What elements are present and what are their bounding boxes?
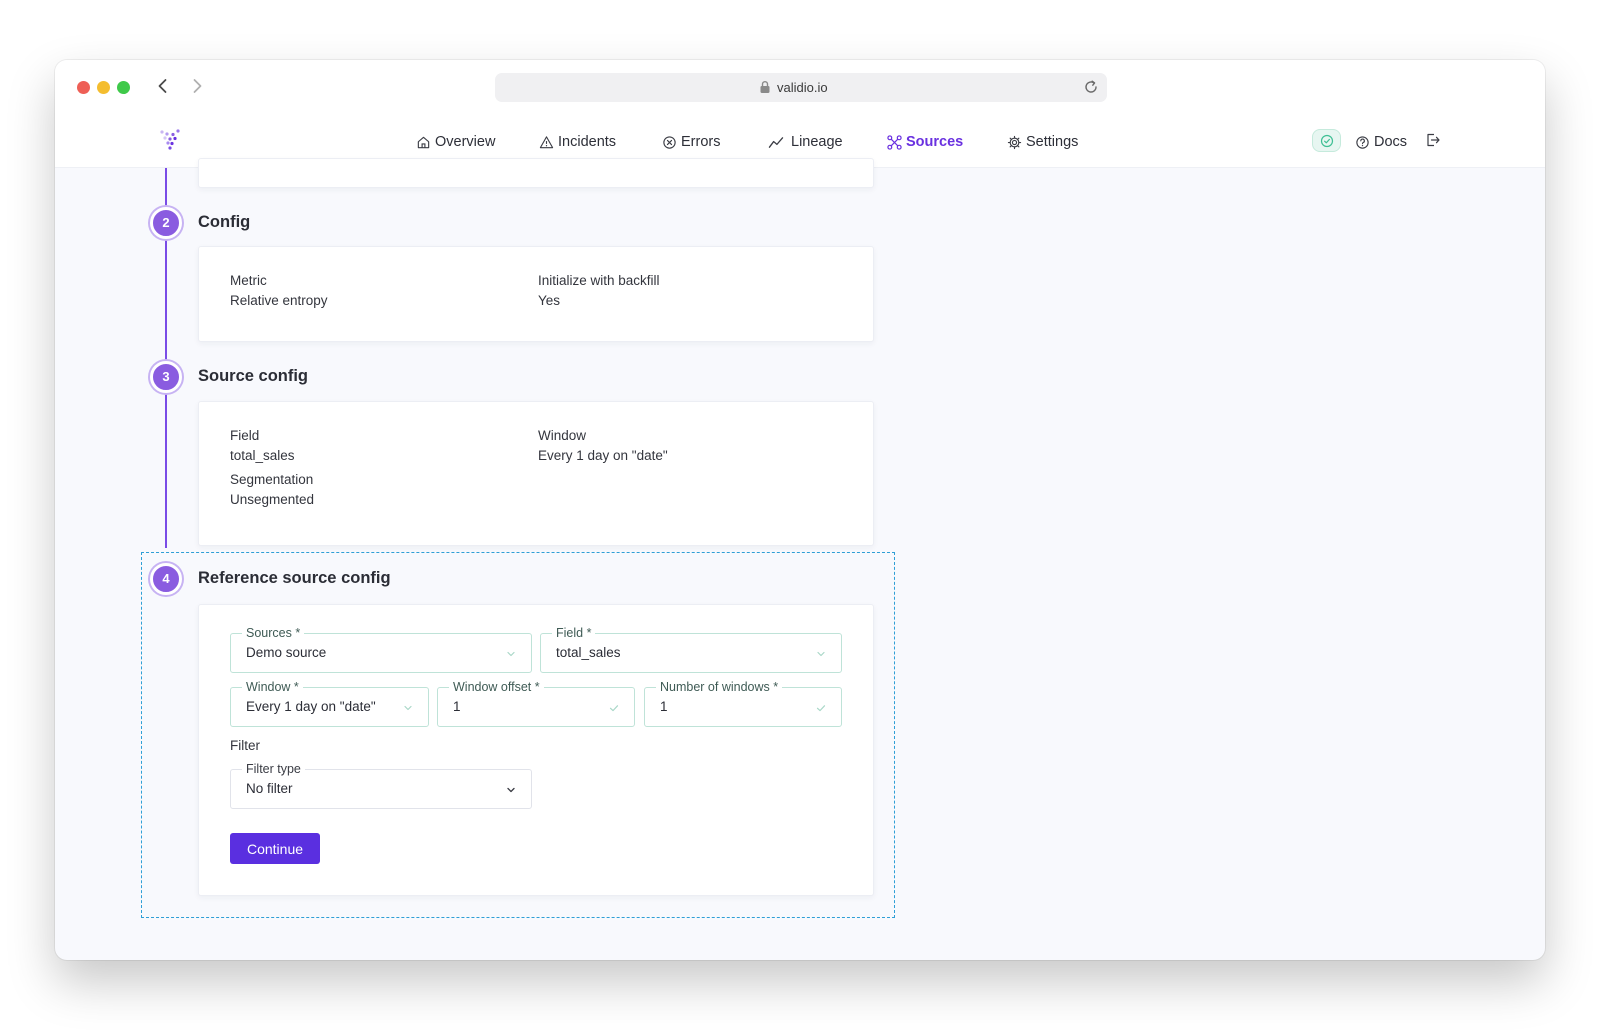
validio-logo-icon[interactable] (159, 128, 181, 152)
segmentation-summary: Segmentation Unsegmented (230, 470, 314, 510)
step-4-number: 4 (150, 563, 182, 595)
close-window-button[interactable] (77, 81, 90, 94)
url-text: validio.io (777, 80, 828, 95)
chevron-down-icon (817, 651, 825, 657)
minimize-window-button[interactable] (97, 81, 110, 94)
browser-window: validio.io Overview Incidents Errors Lin… (55, 60, 1545, 960)
window-offset-value: 1 (453, 699, 461, 714)
error-circle-icon (663, 135, 676, 149)
nav-overview[interactable]: Overview (416, 132, 495, 152)
previous-step-card (198, 158, 874, 188)
number-of-windows-label: Number of windows * (656, 679, 783, 695)
nav-docs-label: Docs (1374, 134, 1408, 150)
step-2-number: 2 (150, 207, 182, 239)
step-4-title: Reference source config (198, 569, 391, 587)
main-content: 2 Config Metric Relative entropy Initial… (55, 158, 1545, 960)
step-3-number: 3 (150, 361, 182, 393)
filter-heading: Filter (230, 738, 260, 753)
continue-button[interactable]: Continue (230, 833, 320, 864)
backfill-label: Initialize with backfill (538, 273, 660, 288)
window-offset-input[interactable]: Window offset * 1 (437, 679, 635, 727)
nav-incidents-label: Incidents (558, 134, 617, 150)
backfill-summary: Initialize with backfill Yes (538, 271, 660, 311)
source-config-summary-card: Field total_sales Window Every 1 day on … (198, 401, 874, 546)
field-select[interactable]: Field * total_sales (540, 625, 842, 673)
check-icon (816, 705, 826, 712)
nav-lineage[interactable]: Lineage (765, 132, 843, 152)
window-select-label: Window * (242, 679, 303, 695)
help-circle-icon (1356, 135, 1369, 149)
window-label: Window (538, 428, 587, 443)
filter-type-label: Filter type (242, 761, 305, 777)
number-of-windows-value: 1 (660, 699, 668, 714)
sources-select-value: Demo source (246, 645, 327, 660)
maximize-window-button[interactable] (117, 81, 130, 94)
field-summary: Field total_sales (230, 426, 295, 466)
window-select[interactable]: Window * Every 1 day on "date" (230, 679, 429, 727)
forward-arrow-icon[interactable] (187, 76, 207, 96)
window-value: Every 1 day on "date" (538, 448, 668, 463)
nav-settings-label: Settings (1026, 134, 1079, 150)
config-summary-card: Metric Relative entropy Initialize with … (198, 246, 874, 342)
field-select-label: Field * (552, 625, 596, 641)
back-arrow-icon[interactable] (153, 76, 173, 96)
field-value: total_sales (230, 448, 295, 463)
browser-chrome: validio.io (55, 60, 1545, 114)
nav-lineage-label: Lineage (791, 134, 843, 150)
backfill-value: Yes (538, 293, 561, 308)
check-circle-icon (1320, 134, 1334, 148)
segmentation-label: Segmentation (230, 472, 314, 487)
window-summary: Window Every 1 day on "date" (538, 426, 668, 466)
nav-overview-label: Overview (435, 134, 496, 150)
nav-settings[interactable]: Settings (1007, 132, 1078, 152)
nav-errors[interactable]: Errors (662, 132, 720, 152)
step-2-title: Config (198, 213, 251, 231)
number-of-windows-input[interactable]: Number of windows * 1 (644, 679, 842, 727)
nav-sources[interactable]: Sources (887, 132, 963, 152)
lock-icon (760, 81, 770, 93)
nav-sources-label: Sources (906, 134, 964, 150)
segmentation-value: Unsegmented (230, 492, 315, 507)
nav-errors-label: Errors (681, 134, 721, 150)
chevron-down-icon (507, 651, 515, 657)
lineage-chart-icon (768, 136, 784, 148)
filter-type-select[interactable]: Filter type No filter (230, 761, 532, 809)
chevron-down-icon (404, 705, 412, 711)
check-icon (609, 705, 619, 712)
metric-label: Metric (230, 273, 267, 288)
logout-icon[interactable] (1425, 132, 1441, 148)
reload-icon[interactable] (1083, 79, 1099, 95)
nav-incidents[interactable]: Incidents (539, 132, 616, 152)
home-icon (417, 136, 430, 148)
field-select-value: total_sales (556, 645, 621, 660)
gear-icon (1007, 135, 1022, 149)
sources-select-label: Sources * (242, 625, 305, 641)
nav-docs[interactable]: Docs (1355, 132, 1407, 152)
sources-select[interactable]: Sources * Demo source (230, 625, 532, 673)
field-label: Field (230, 428, 260, 443)
step-3-title: Source config (198, 367, 309, 385)
window-offset-label: Window offset * (449, 679, 544, 695)
metric-value: Relative entropy (230, 293, 328, 308)
address-bar[interactable]: validio.io (495, 73, 1107, 102)
status-indicator[interactable] (1312, 129, 1341, 152)
warning-triangle-icon (539, 135, 554, 148)
metric-summary: Metric Relative entropy (230, 271, 328, 311)
filter-type-value: No filter (246, 781, 293, 796)
chevron-down-icon (507, 787, 515, 793)
window-select-value: Every 1 day on "date" (246, 699, 376, 714)
sources-network-icon (887, 134, 902, 150)
